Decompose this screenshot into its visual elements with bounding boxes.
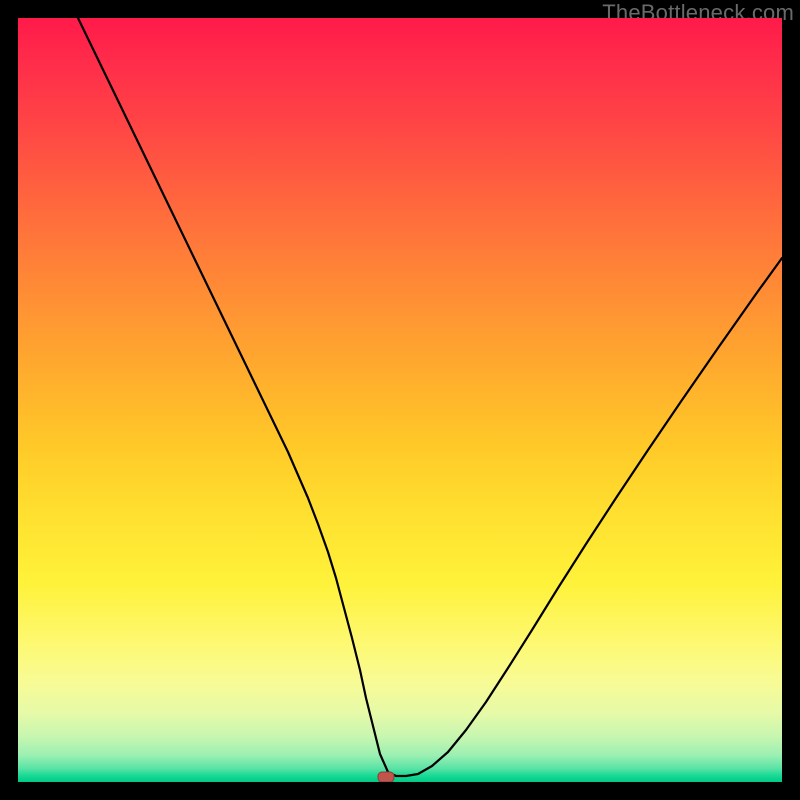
bottleneck-curve [78,18,782,776]
optimum-marker [378,772,394,782]
chart-svg [18,18,782,782]
outer-frame: TheBottleneck.com [0,0,800,800]
plot-area [18,18,782,782]
